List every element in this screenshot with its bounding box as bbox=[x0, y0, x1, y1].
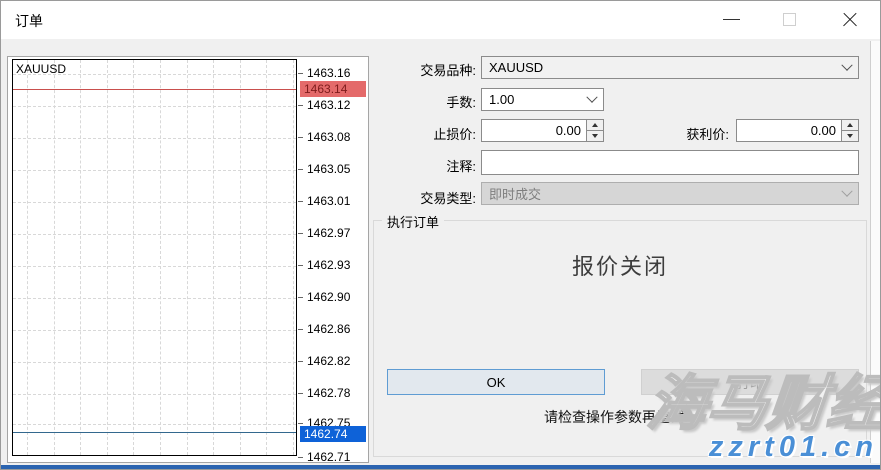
spin-down-icon[interactable] bbox=[587, 131, 603, 141]
chevron-down-icon bbox=[586, 91, 597, 102]
ask-price-line bbox=[13, 89, 296, 90]
chart-panel: XAUUSD 1463.161463.141463.121463.081463.… bbox=[7, 56, 369, 463]
axis-tick bbox=[298, 169, 303, 170]
price-value: 1462.71 bbox=[307, 450, 350, 464]
chart-symbol-label: XAUUSD bbox=[16, 62, 66, 76]
titlebar: 订单 bbox=[1, 1, 880, 39]
price-scale-label: 1462.82 bbox=[298, 353, 368, 369]
chevron-down-icon bbox=[841, 185, 852, 196]
axis-tick bbox=[298, 393, 303, 394]
price-value: 1462.74 bbox=[304, 427, 347, 441]
volume-select[interactable]: 1.00 bbox=[481, 88, 604, 111]
axis-tick bbox=[298, 233, 303, 234]
order-type-select: 即时成交 bbox=[481, 182, 859, 205]
axis-tick bbox=[298, 73, 303, 74]
price-value: 1462.86 bbox=[307, 322, 350, 336]
price-scale-label: 1463.16 bbox=[298, 65, 368, 81]
maximize-icon bbox=[783, 13, 796, 26]
stop-loss-spinner bbox=[586, 120, 603, 141]
price-scale-label: 1462.97 bbox=[298, 225, 368, 241]
axis-tick bbox=[298, 137, 303, 138]
price-value: 1463.14 bbox=[304, 82, 347, 96]
axis-tick bbox=[298, 457, 303, 458]
axis-tick bbox=[298, 423, 303, 424]
price-scale-label: 1463.12 bbox=[298, 97, 368, 113]
watermark-brand: 海马财经 bbox=[643, 355, 881, 442]
stop-loss-value: 0.00 bbox=[482, 120, 586, 141]
chevron-down-icon bbox=[841, 59, 852, 70]
take-profit-label: 获利价: bbox=[619, 124, 729, 143]
price-value: 1463.01 bbox=[307, 194, 350, 208]
axis-tick bbox=[298, 329, 303, 330]
axis-tick bbox=[298, 105, 303, 106]
price-scale: 1463.16 1463.14 1463.12 1463.08 1463.05 1463.… bbox=[8, 57, 368, 462]
window-title: 订单 bbox=[15, 11, 43, 31]
maximize-button bbox=[773, 1, 807, 39]
price-scale-label: 1462.86 bbox=[298, 321, 368, 337]
take-profit-input[interactable]: 0.00 bbox=[736, 119, 859, 142]
symbol-select-value: XAUUSD bbox=[489, 60, 543, 75]
price-value: 1462.97 bbox=[307, 226, 350, 240]
symbol-label: 交易品种: bbox=[364, 60, 476, 79]
price-scale-label: 1462.78 bbox=[298, 385, 368, 401]
price-scale-label: 1463.05 bbox=[298, 161, 368, 177]
price-scale-label: 1462.90 bbox=[298, 289, 368, 305]
ask-price-badge: 1463.14 bbox=[300, 81, 366, 97]
price-scale-label: 1463.01 bbox=[298, 193, 368, 209]
price-scale-label: 1462.93 bbox=[298, 257, 368, 273]
volume-label: 手数: bbox=[364, 92, 476, 111]
spin-up-icon[interactable] bbox=[842, 120, 858, 131]
ok-button[interactable]: OK bbox=[387, 369, 605, 395]
price-value: 1462.90 bbox=[307, 290, 350, 304]
take-profit-value: 0.00 bbox=[737, 120, 841, 141]
price-scale-label: 1463.08 bbox=[298, 129, 368, 145]
volume-select-value: 1.00 bbox=[489, 92, 514, 107]
bid-price-line bbox=[13, 432, 296, 433]
window-bottom-border bbox=[1, 465, 880, 469]
minimize-button[interactable] bbox=[715, 1, 749, 39]
axis-tick bbox=[298, 361, 303, 362]
axis-tick bbox=[298, 297, 303, 298]
order-type-label: 交易类型: bbox=[364, 188, 476, 207]
execution-group-title: 执行订单 bbox=[382, 212, 444, 231]
order-dialog-window: 订单 XAUUSD 1463.161463.141463.121463.0814… bbox=[0, 0, 881, 470]
spin-up-icon[interactable] bbox=[587, 120, 603, 131]
close-button[interactable] bbox=[833, 1, 867, 39]
spin-down-icon[interactable] bbox=[842, 131, 858, 141]
price-value: 1463.12 bbox=[307, 98, 350, 112]
take-profit-spinner bbox=[841, 120, 858, 141]
price-value: 1463.05 bbox=[307, 162, 350, 176]
bid-price-badge: 1462.74 bbox=[300, 426, 366, 442]
comment-input[interactable] bbox=[481, 150, 859, 175]
price-value: 1462.78 bbox=[307, 386, 350, 400]
close-icon bbox=[841, 11, 859, 29]
price-value: 1463.16 bbox=[307, 66, 350, 80]
price-value: 1463.08 bbox=[307, 130, 350, 144]
symbol-select[interactable]: XAUUSD bbox=[481, 56, 859, 79]
price-value: 1462.82 bbox=[307, 354, 350, 368]
axis-tick bbox=[298, 201, 303, 202]
quote-closed-message: 报价关闭 bbox=[374, 249, 866, 281]
watermark-site-url: zzrt01.cn bbox=[709, 431, 878, 464]
stop-loss-label: 止损价: bbox=[364, 124, 476, 143]
price-value: 1462.93 bbox=[307, 258, 350, 272]
stop-loss-input[interactable]: 0.00 bbox=[481, 119, 604, 142]
order-type-select-value: 即时成交 bbox=[489, 184, 541, 203]
minimize-icon bbox=[723, 19, 740, 20]
comment-label: 注释: bbox=[364, 156, 476, 175]
axis-tick bbox=[298, 265, 303, 266]
price-scale-label: 1462.71 bbox=[298, 449, 368, 465]
